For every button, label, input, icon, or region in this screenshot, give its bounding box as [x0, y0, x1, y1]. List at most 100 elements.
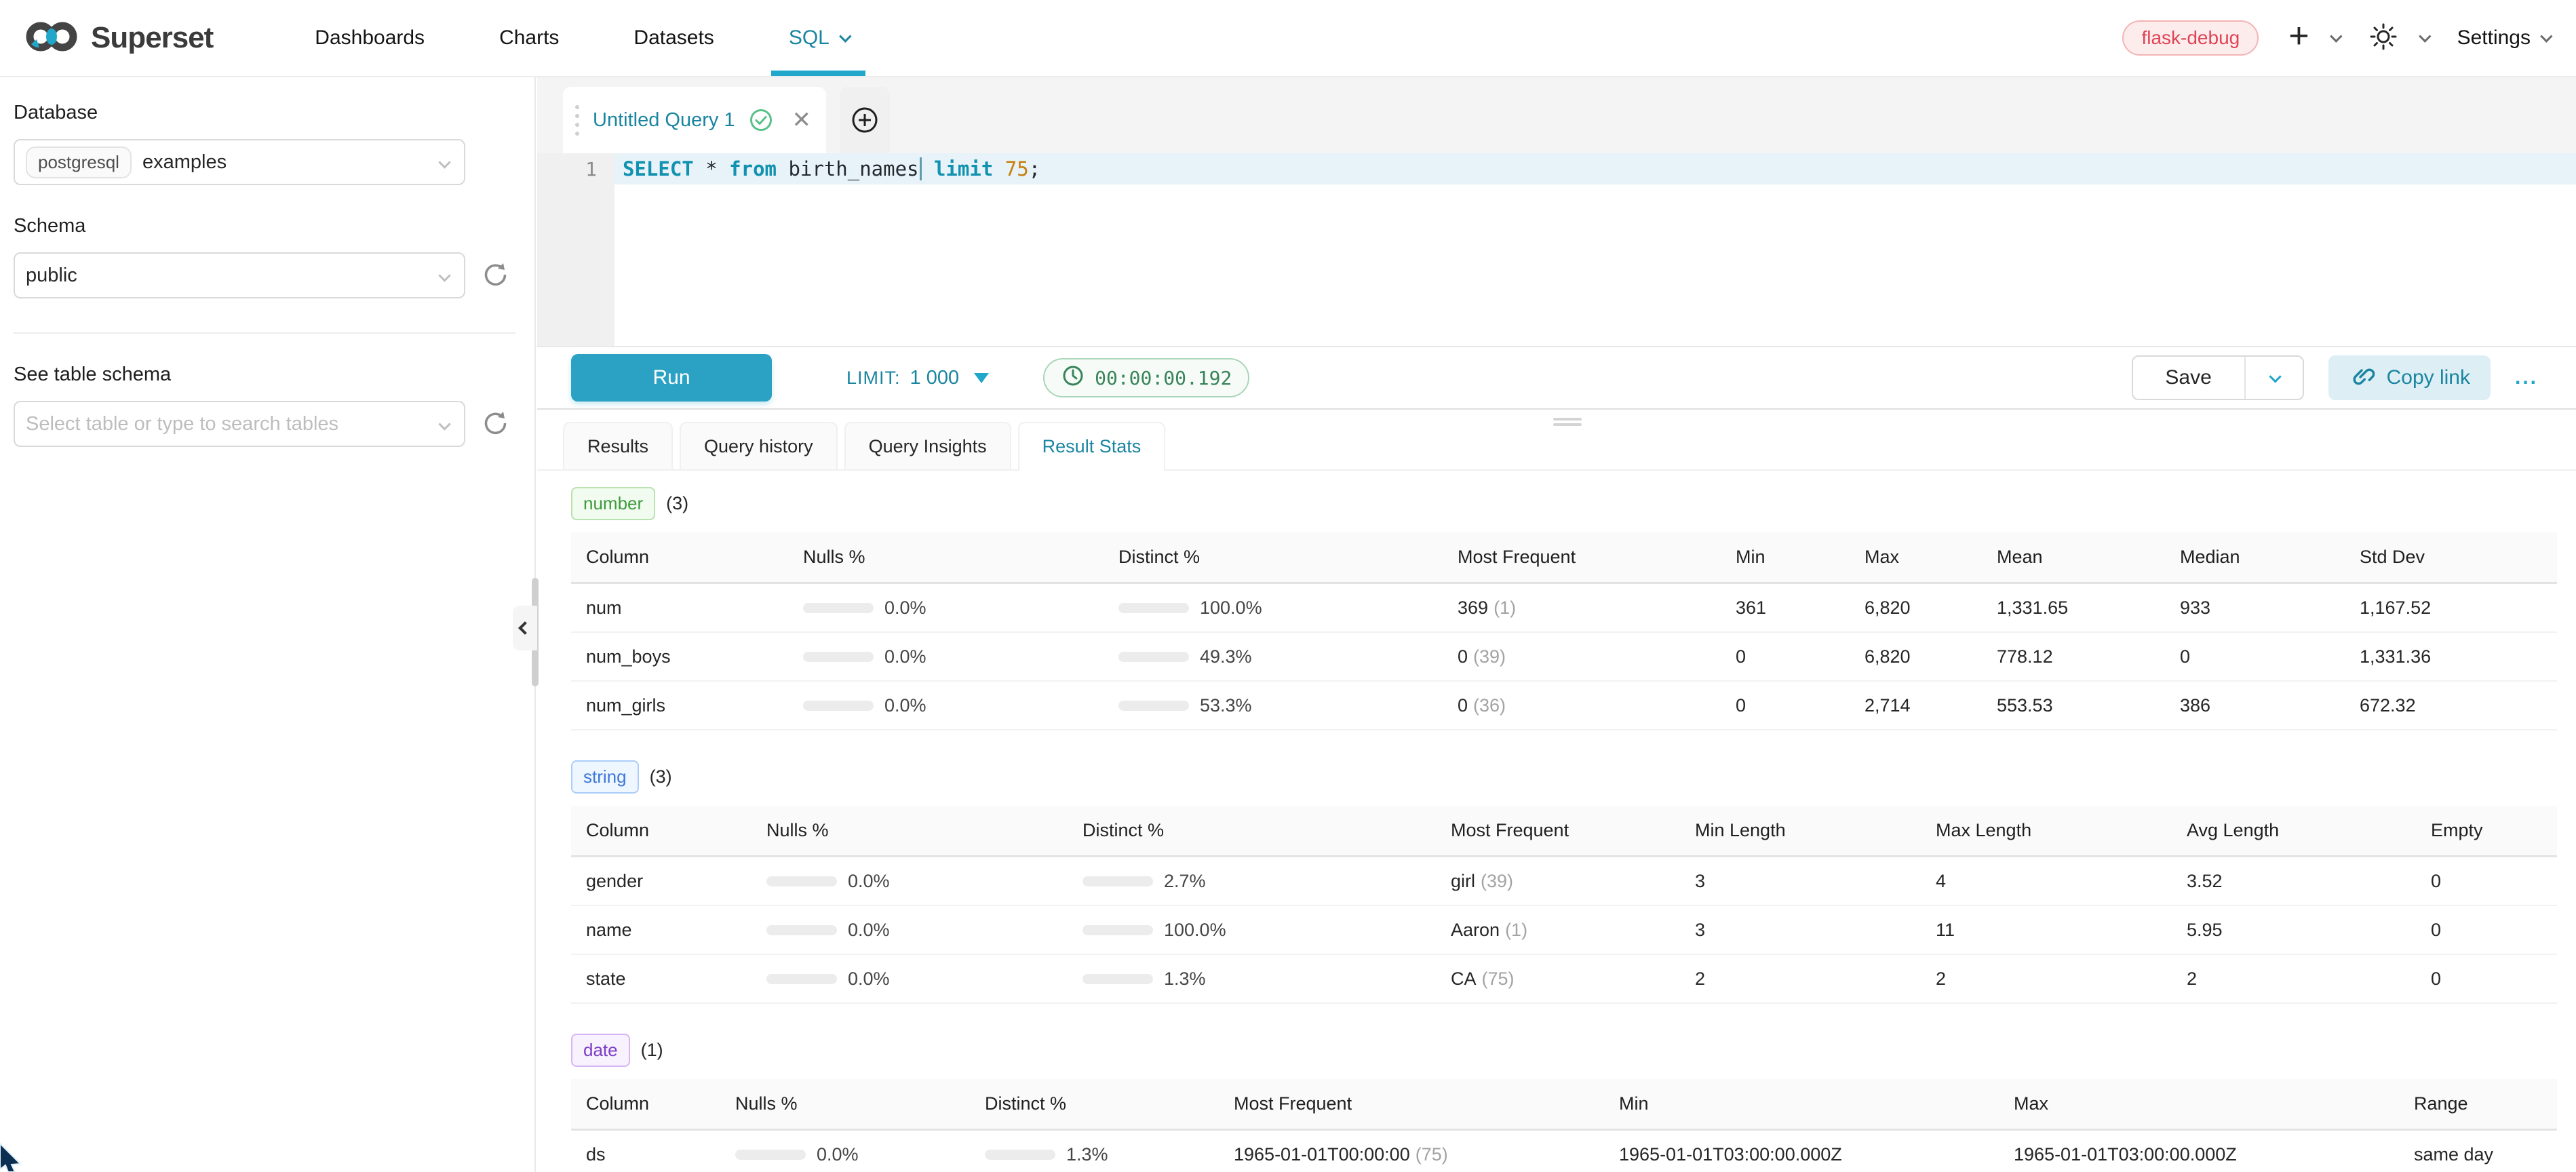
sql-token: ;: [1029, 157, 1040, 180]
editor-code-area[interactable]: SELECT * from birth_names limit 75;: [614, 153, 2576, 346]
nulls-percent-cell: 0.0%: [720, 1144, 970, 1165]
percent-bar: [985, 1150, 1055, 1160]
stats-section-date: date(1)ColumnNulls %Distinct %Most Frequ…: [571, 1034, 2557, 1172]
database-select[interactable]: postgresql examples: [14, 139, 465, 185]
navbar-right: flask-debug + Settings: [2122, 20, 2549, 56]
percent-bar: [1082, 876, 1153, 886]
most-frequent-value: 0: [1458, 646, 1468, 667]
percent-value: 53.3%: [1200, 695, 1252, 716]
table-select[interactable]: Select table or type to search tables: [14, 401, 465, 447]
percent-bar: [803, 603, 874, 613]
stat-value-cell: 672.32: [2345, 695, 2557, 716]
sql-code-editor[interactable]: 1 SELECT * from birth_names limit 75;: [537, 153, 2576, 346]
superset-logo[interactable]: Superset: [23, 18, 213, 58]
tab-query-insights[interactable]: Query Insights: [844, 422, 1011, 469]
stats-table-header: ColumnNulls %Distinct %Most FrequentMin …: [571, 806, 2557, 857]
column-header: Column: [571, 820, 752, 841]
stats-section-string: string(3) ColumnNulls %Distinct %Most Fre…: [571, 760, 2557, 1004]
sql-token: SELECT: [623, 157, 694, 180]
copy-link-button[interactable]: Copy link: [2328, 355, 2491, 400]
stat-value-cell: 6,820: [1850, 646, 1982, 667]
stat-value-cell: 386: [2165, 695, 2345, 716]
nav-item-datasets[interactable]: Datasets: [633, 0, 714, 76]
tab-results[interactable]: Results: [563, 422, 673, 469]
sql-statement-line[interactable]: SELECT * from birth_names limit 75;: [614, 153, 2576, 184]
column-header: Max Length: [1921, 820, 2172, 841]
type-tag-row: string(3): [571, 760, 2557, 794]
table-schema-label: See table schema: [14, 364, 534, 386]
type-count: (3): [666, 493, 688, 514]
run-button[interactable]: Run: [571, 354, 772, 402]
sql-token: 75: [1005, 157, 1029, 180]
table-row: gender0.0%2.7%girl(39)343.520: [571, 857, 2557, 906]
save-button[interactable]: Save: [2133, 357, 2244, 399]
column-header: Min: [1721, 547, 1850, 568]
mouse-cursor: [0, 1142, 27, 1172]
most-frequent-count: (1): [1505, 920, 1527, 940]
column-header: Nulls %: [720, 1093, 970, 1114]
tab-result-stats[interactable]: Result Stats: [1018, 422, 1166, 469]
distinct-percent-cell: 100.0%: [1068, 920, 1436, 941]
brand-name: Superset: [91, 21, 213, 55]
most-frequent-value: 1965-01-01T00:00:00: [1234, 1144, 1410, 1165]
percent-value: 0.0%: [848, 920, 890, 941]
column-header: Most Frequent: [1443, 547, 1721, 568]
column-header: Distinct %: [970, 1093, 1219, 1114]
table-row: num_boys0.0%49.3%0(39)06,820778.1201,331…: [571, 633, 2557, 682]
stat-value-cell: 553.53: [1982, 695, 2165, 716]
save-options-button[interactable]: [2244, 357, 2303, 399]
new-query-tab-button[interactable]: [840, 87, 890, 153]
column-name: state: [571, 969, 752, 990]
tab-query-history[interactable]: Query history: [680, 422, 838, 469]
most-frequent-count: (75): [1416, 1144, 1448, 1165]
column-header: Min: [1604, 1093, 1999, 1114]
settings-menu[interactable]: Settings: [2457, 26, 2549, 50]
nav-item-charts[interactable]: Charts: [499, 0, 559, 76]
refresh-schema-icon[interactable]: [480, 260, 509, 292]
most-frequent-count: (1): [1494, 598, 1516, 618]
results-tab-bar: Results Query history Query Insights Res…: [537, 422, 2576, 471]
more-actions-button[interactable]: ...: [2515, 366, 2538, 389]
type-tag-row: number(3): [571, 487, 2557, 520]
stat-value-cell: 2: [1921, 969, 2172, 990]
close-tab-icon[interactable]: ✕: [792, 109, 812, 132]
collapse-sidebar-button[interactable]: [513, 606, 537, 650]
theme-toggle-button[interactable]: [2368, 22, 2427, 55]
percent-value: 49.3%: [1200, 646, 1252, 667]
percent-bar: [1082, 974, 1153, 984]
schema-select[interactable]: public: [14, 252, 465, 298]
most-frequent-value: 369: [1458, 598, 1488, 618]
column-header: Range: [2399, 1093, 2557, 1114]
stat-value-cell: 0: [2416, 969, 2557, 990]
column-header: Nulls %: [752, 820, 1068, 841]
most-frequent-cell: girl(39): [1436, 871, 1680, 892]
new-item-button[interactable]: +: [2288, 22, 2338, 54]
percent-bar: [1118, 603, 1189, 613]
sql-lab-sidebar: Database postgresql examples Schema publ…: [0, 77, 536, 1172]
stats-table-header: ColumnNulls %Distinct %Most FrequentMinM…: [571, 532, 2557, 584]
nav-menu: Dashboards Charts Datasets SQL: [315, 0, 848, 76]
superset-logo-icon: [23, 18, 81, 58]
query-tab-title: Untitled Query 1: [593, 109, 735, 132]
caret-down-icon: [2330, 30, 2342, 42]
percent-bar: [766, 974, 837, 984]
nav-item-sql[interactable]: SQL: [789, 0, 848, 76]
results-panel: Results Query history Query Insights Res…: [537, 410, 2576, 1172]
distinct-percent-cell: 53.3%: [1104, 695, 1443, 716]
stat-value-cell: 1,331.36: [2345, 646, 2557, 667]
most-frequent-value: Aaron: [1451, 920, 1500, 940]
nav-item-dashboards[interactable]: Dashboards: [315, 0, 425, 76]
query-tab[interactable]: Untitled Query 1 ✕: [563, 87, 826, 153]
stat-value-cell: same day: [2399, 1144, 2557, 1165]
drag-handle-icon[interactable]: [575, 105, 579, 136]
column-header: Max: [1850, 547, 1982, 568]
limit-dropdown[interactable]: LIMIT: 1 000: [846, 367, 989, 389]
stat-value-cell: 11: [1921, 920, 2172, 941]
column-header: Most Frequent: [1436, 820, 1680, 841]
most-frequent-cell: 0(39): [1443, 646, 1721, 667]
stat-value-cell: 5.95: [2172, 920, 2416, 941]
refresh-tables-icon[interactable]: [480, 408, 509, 440]
nulls-percent-cell: 0.0%: [752, 969, 1068, 990]
chevron-down-icon: [438, 418, 450, 430]
pane-resize-handle[interactable]: [1553, 418, 1582, 426]
